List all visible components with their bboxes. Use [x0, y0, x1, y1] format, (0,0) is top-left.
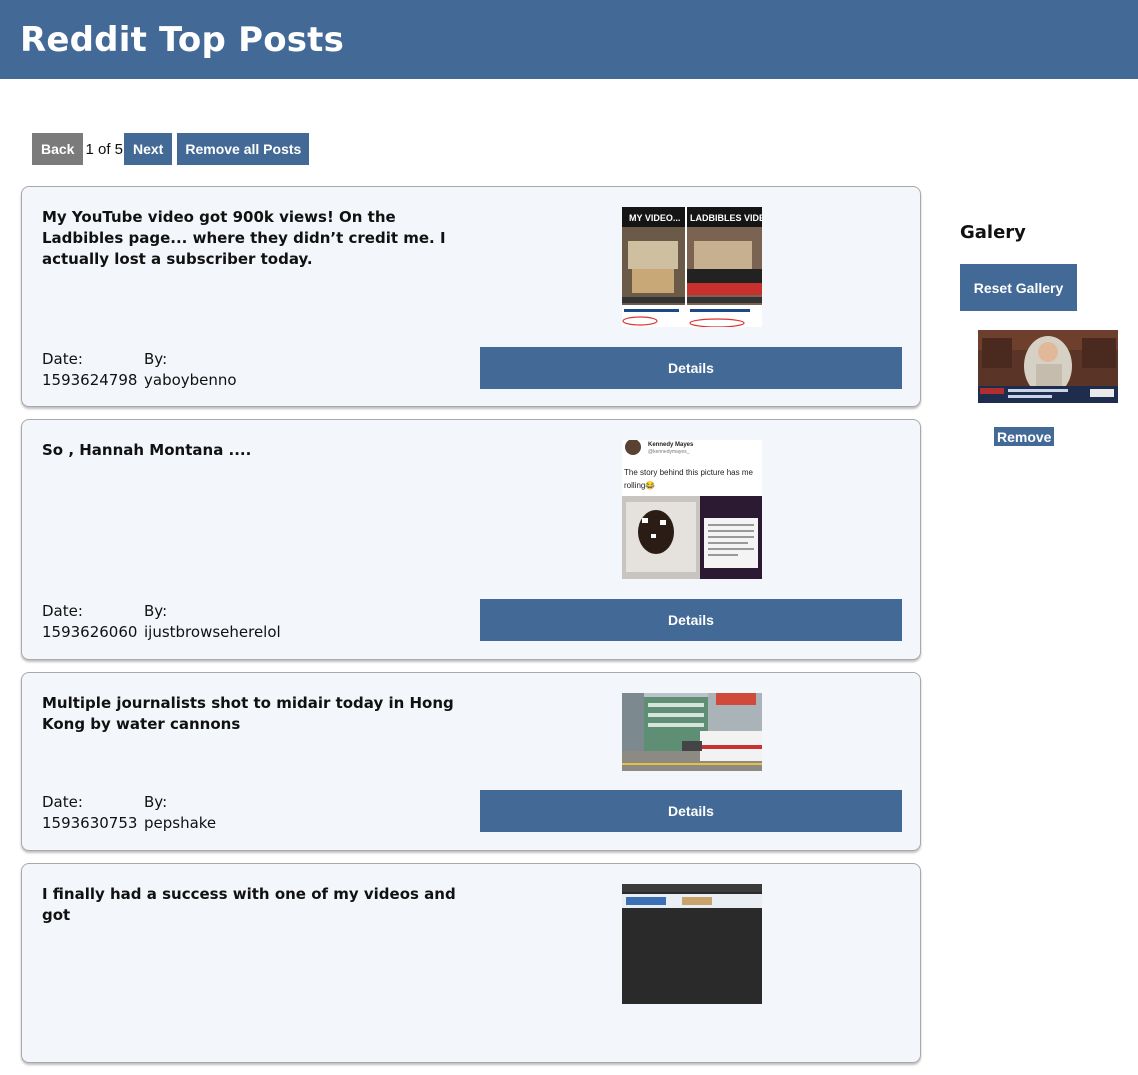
details-button[interactable]: Details	[480, 790, 902, 832]
post-thumbnail	[622, 884, 762, 1004]
post-date: 1593630753	[42, 814, 138, 832]
gallery-item: Remove	[978, 330, 1118, 446]
next-button[interactable]: Next	[124, 133, 173, 165]
gallery-panel: Galery Reset Gallery Remove	[960, 222, 1130, 446]
post-card: Multiple journalists shot to midair toda…	[21, 672, 921, 851]
date-label: Date:	[42, 602, 83, 620]
author-block: By: pepshake	[144, 792, 216, 834]
gallery-thumbnail	[978, 330, 1118, 403]
post-title: My YouTube video got 900k views! On the …	[42, 208, 446, 268]
post-card: My YouTube video got 900k views! On the …	[21, 186, 921, 407]
post-card: So , Hannah Montana .... Kennedy Mayes @…	[21, 419, 921, 660]
details-button[interactable]: Details	[480, 599, 902, 641]
back-button[interactable]: Back	[32, 133, 84, 165]
post-thumbnail	[622, 693, 762, 771]
app-header: Reddit Top Posts	[0, 0, 1138, 79]
post-title: So , Hannah Montana ....	[42, 441, 252, 459]
tweet-handle: @kennedymayes_	[648, 449, 690, 455]
svg-text:rolling😂: rolling😂	[624, 481, 655, 490]
pagination-bar: Back 1 of 5 Next Remove all Posts	[32, 133, 310, 165]
page-title: Reddit Top Posts	[20, 20, 345, 60]
by-label: By:	[144, 602, 168, 620]
post-date: 1593626060	[42, 623, 138, 641]
post-author: pepshake	[144, 814, 217, 832]
date-label: Date:	[42, 793, 83, 811]
remove-all-posts-button[interactable]: Remove all Posts	[177, 133, 310, 165]
thumb-caption: LADBIBLES VIDEO	[690, 213, 762, 223]
post-title: Multiple journalists shot to midair toda…	[42, 694, 454, 733]
gallery-title: Galery	[960, 222, 1026, 243]
post-title: I finally had a success with one of my v…	[42, 885, 456, 924]
by-label: By:	[144, 793, 168, 811]
date-block: Date: 1593626060	[42, 601, 137, 643]
post-date: 1593624798	[42, 371, 138, 389]
post-author: ijustbrowseherelol	[144, 623, 281, 641]
thumb-caption: MY VIDEO...	[629, 213, 680, 223]
author-block: By: yaboybenno	[144, 349, 237, 391]
post-thumbnail: MY VIDEO... LADBIBLES VIDEO	[622, 207, 762, 327]
date-label: Date:	[42, 350, 83, 368]
tweet-name: Kennedy Mayes	[648, 442, 694, 448]
author-block: By: ijustbrowseherelol	[144, 601, 281, 643]
post-author: yaboybenno	[144, 371, 237, 389]
gallery-remove-button[interactable]: Remove	[994, 427, 1055, 446]
by-label: By:	[144, 350, 168, 368]
reset-gallery-button[interactable]: Reset Gallery	[960, 264, 1077, 311]
page-indicator: 1 of 5	[85, 140, 123, 158]
date-block: Date: 1593630753	[42, 792, 137, 834]
date-block: Date: 1593624798	[42, 349, 137, 391]
post-card: I finally had a success with one of my v…	[21, 863, 921, 1063]
svg-text:The story behind this picture: The story behind this picture has me	[624, 468, 754, 477]
post-thumbnail: Kennedy Mayes @kennedymayes_ The story b…	[622, 440, 762, 579]
post-list: My YouTube video got 900k views! On the …	[21, 186, 921, 1075]
details-button[interactable]: Details	[480, 347, 902, 389]
